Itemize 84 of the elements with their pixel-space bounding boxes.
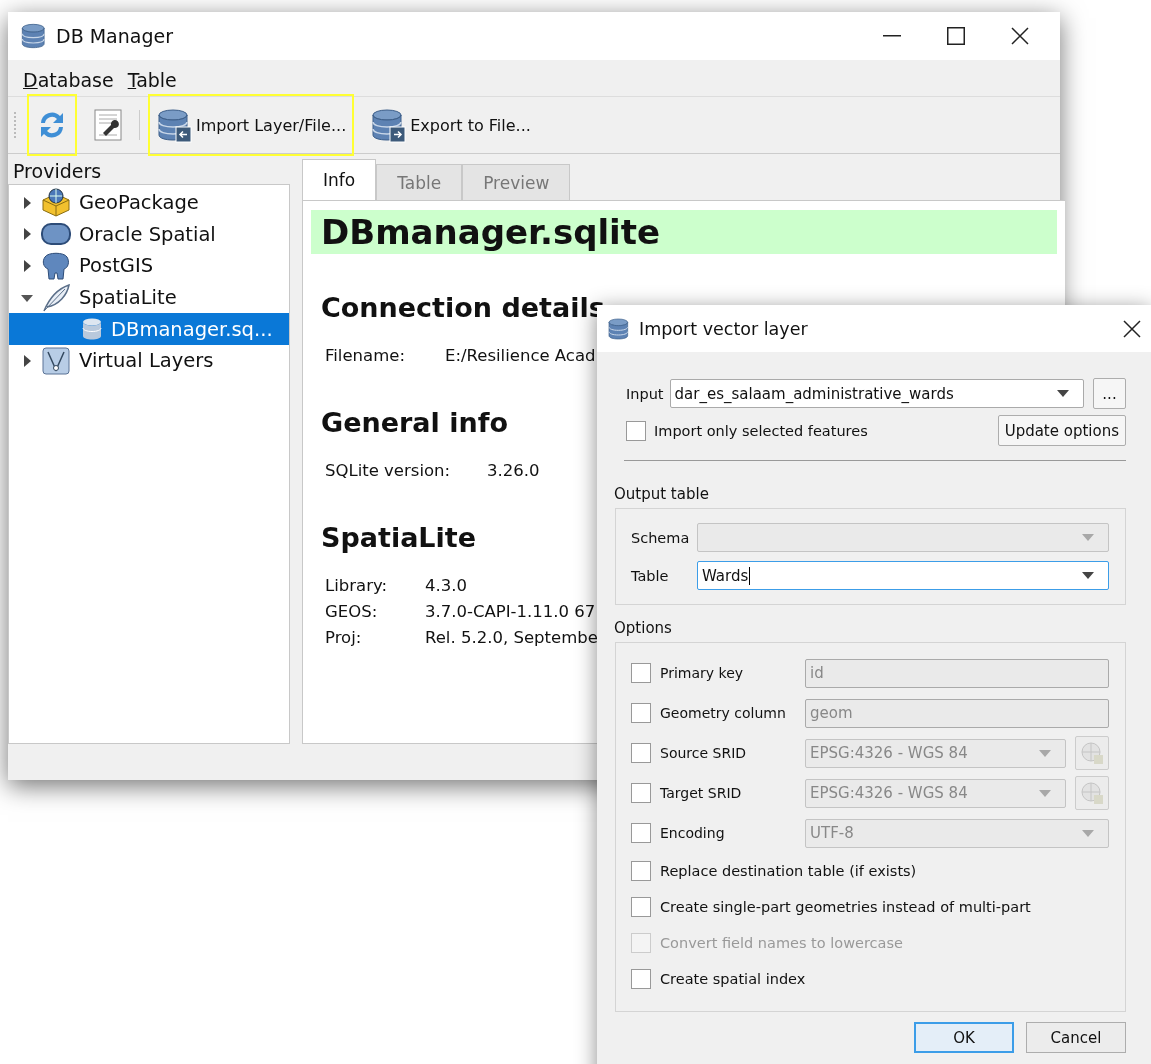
ok-button[interactable]: OK <box>914 1022 1014 1053</box>
browse-button[interactable]: ... <box>1093 378 1126 409</box>
document-wrench-icon <box>93 109 123 141</box>
checkbox-label: Encoding <box>660 825 726 841</box>
info-label: Proj: <box>325 627 363 649</box>
info-value: 4.3.0 <box>425 575 467 597</box>
checkbox[interactable] <box>631 743 651 763</box>
info-value: 3.7.0-CAPI-1.11.0 67 <box>425 601 596 623</box>
toolbar-button[interactable]: Import Layer/File... <box>148 94 355 156</box>
database-import-icon <box>156 107 192 143</box>
rounded-shape-icon <box>41 222 71 247</box>
group-title: Options <box>614 619 673 637</box>
tree-item[interactable]: SpatiaLite <box>9 281 289 314</box>
checkbox[interactable] <box>631 897 651 917</box>
database-icon <box>81 317 103 342</box>
app-database-icon <box>20 22 48 50</box>
panel-label: Providers <box>12 160 103 184</box>
dialog-database-icon <box>607 316 631 341</box>
cancel-button[interactable]: Cancel <box>1026 1022 1126 1053</box>
info-value: Rel. 5.2.0, Septembe <box>425 627 598 649</box>
tab[interactable]: Info <box>302 159 377 200</box>
section-heading: SpatiaLite <box>321 522 477 553</box>
checkbox-label: Create single-part geometries instead of multi-part <box>660 899 1031 915</box>
checkbox[interactable] <box>631 969 651 989</box>
dropdown-arrow-icon <box>1082 572 1094 579</box>
field-label: Input <box>626 385 664 402</box>
checkbox[interactable] <box>631 783 651 803</box>
checkbox[interactable] <box>631 703 651 723</box>
tree-item[interactable]: DBmanager.sq... <box>9 313 289 345</box>
section-heading: General info <box>321 407 508 438</box>
dropdown-arrow-icon <box>1082 829 1094 837</box>
window-title: DB Manager <box>56 25 174 47</box>
close-icon[interactable] <box>1123 319 1141 338</box>
table-name-field[interactable]: Wards <box>697 561 1109 590</box>
expand-arrow-icon[interactable] <box>21 196 33 209</box>
info-label: Filename: <box>325 345 406 367</box>
toolbar-button[interactable]: Export to File... <box>362 94 539 156</box>
checkbox-label: Target SRID <box>660 785 743 801</box>
checkbox-label: Replace destination table (if exists) <box>660 863 917 879</box>
minimize-icon[interactable] <box>883 35 901 37</box>
tree-item[interactable]: GeoPackage <box>9 187 289 219</box>
virtual-layer-icon <box>41 345 71 376</box>
checkbox-label: Create spatial index <box>660 971 806 987</box>
tab[interactable]: Preview <box>462 164 571 200</box>
expand-arrow-icon[interactable] <box>21 354 33 367</box>
section-heading: Connection details <box>321 292 605 323</box>
menu-item[interactable]: Table <box>127 69 177 91</box>
checkbox-label: Geometry column <box>660 705 787 721</box>
checkbox[interactable] <box>631 663 651 683</box>
package-globe-icon <box>41 187 71 218</box>
info-label: Library: <box>325 575 389 597</box>
info-label: GEOS: <box>325 601 379 623</box>
info-value: E:/Resilience Acad <box>445 345 596 367</box>
checkbox-label: Convert field names to lowercase <box>660 935 903 951</box>
expand-arrow-icon[interactable] <box>21 228 33 241</box>
input-dropdown[interactable]: dar_es_salaam_administrative_wards <box>669 379 1084 408</box>
group-title: Output table <box>614 485 710 503</box>
info-label: SQLite version: <box>325 460 452 482</box>
checkbox-label: Import only selected features <box>654 422 869 439</box>
field-label: Table <box>631 567 670 584</box>
dropdown-arrow-icon <box>1039 789 1051 797</box>
menu-item[interactable]: Database <box>23 69 114 91</box>
tree-item[interactable]: PostGIS <box>9 250 289 282</box>
tab[interactable]: Table <box>376 164 463 200</box>
expand-arrow-icon[interactable] <box>21 260 33 272</box>
checkbox-label: Primary key <box>660 665 745 681</box>
checkbox[interactable] <box>631 823 651 843</box>
dialog-title: Import vector layer <box>639 318 809 339</box>
database-title: DBmanager.sqlite <box>311 210 1057 254</box>
dropdown-arrow-icon <box>1082 534 1094 541</box>
dropdown-arrow-icon <box>1039 749 1051 757</box>
close-icon[interactable] <box>1011 27 1029 45</box>
update-options-button[interactable]: Update options <box>997 415 1126 446</box>
field-label: Schema <box>631 529 687 546</box>
maximize-icon[interactable] <box>947 27 965 45</box>
feather-icon <box>41 282 71 313</box>
checkbox-label: Source SRID <box>660 745 748 761</box>
checkbox[interactable] <box>631 861 651 881</box>
database-export-icon <box>370 107 407 143</box>
info-value: 3.26.0 <box>487 460 540 482</box>
tree-item[interactable]: Oracle Spatial <box>9 218 289 251</box>
dropdown-arrow-icon <box>1057 390 1069 397</box>
checkbox[interactable] <box>626 420 646 441</box>
tree-item[interactable]: Virtual Layers <box>9 344 289 377</box>
